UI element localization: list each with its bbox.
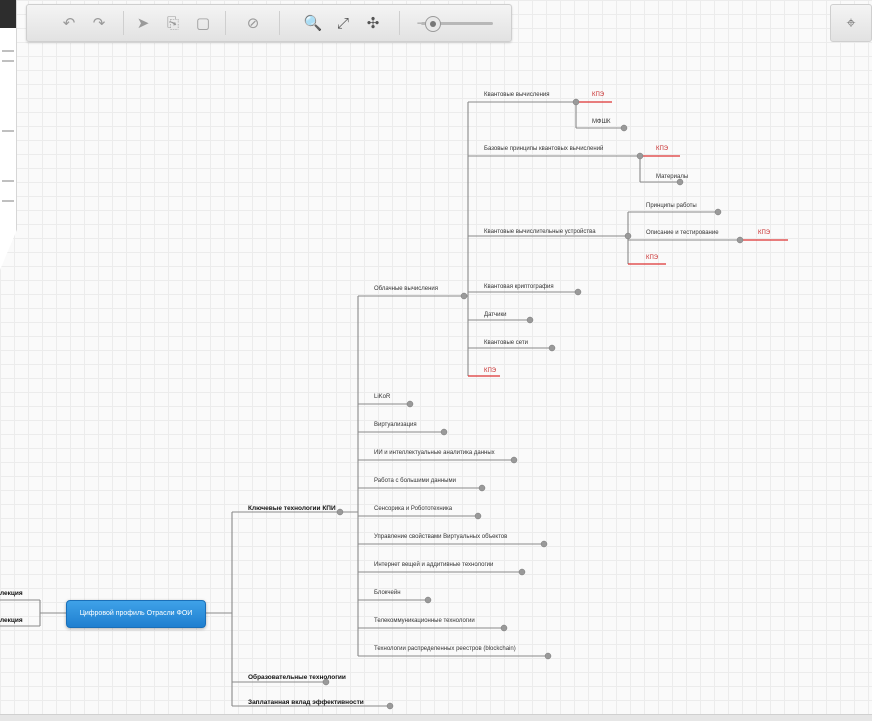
level2-node[interactable]: LiKoR (374, 393, 390, 401)
left-node[interactable]: лекция (0, 617, 23, 624)
level2-node[interactable]: Блокчейн (374, 589, 401, 597)
level1-node[interactable]: Образовательные технологии (248, 674, 346, 682)
level2-node[interactable]: Сенсорика и Робототехника (374, 505, 452, 513)
level3-node[interactable]: Квантовые вычислительные устройства (484, 228, 596, 236)
level1-node[interactable]: Заплатанная вклад эффективности (248, 699, 364, 707)
level2-node[interactable]: ИИ и интеллектуальные аналитика данных (374, 449, 495, 457)
level4-node[interactable]: МФШК (592, 118, 611, 126)
level1-node[interactable]: Ключевые технологии КПИ (248, 505, 336, 513)
level2-node[interactable]: Облачные вычисления (374, 285, 438, 293)
level2-node[interactable]: Работа с большими данными (374, 477, 456, 485)
level4-node[interactable]: Материалы (656, 173, 688, 181)
level2-node[interactable]: Виртуализация (374, 421, 417, 429)
level3-node[interactable]: Квантовые сети (484, 339, 528, 347)
level4-node[interactable]: КПЭ (758, 229, 770, 237)
level2-node[interactable]: Управление свойствами Виртуальных объект… (374, 533, 507, 541)
level4-node[interactable]: КПЭ (592, 91, 604, 99)
root-node[interactable]: Цифровой профиль Отрасли ФОИ (66, 600, 206, 628)
level2-node[interactable]: Интернет вещей и аддитивные технологии (374, 561, 493, 569)
level2-node[interactable]: Технологии распределенных реестров (bloc… (374, 645, 516, 653)
level3-node[interactable]: Датчики (484, 311, 506, 319)
level4-node[interactable]: КПЭ (656, 145, 668, 153)
level4-node[interactable]: КПЭ (646, 254, 658, 262)
level3-node[interactable]: Базовые принципы квантовых вычислений (484, 145, 603, 153)
left-node[interactable]: лекция (0, 590, 23, 597)
level4-node[interactable]: Принципы работы (646, 202, 697, 210)
level3-node[interactable]: КПЭ (484, 367, 496, 375)
level3-node[interactable]: Квантовая криптография (484, 283, 554, 291)
level4-node[interactable]: Описание и тестирование (646, 229, 719, 237)
level2-node[interactable]: Телекоммуникационные технологии (374, 617, 475, 625)
level3-node[interactable]: Квантовые вычисления (484, 91, 550, 99)
